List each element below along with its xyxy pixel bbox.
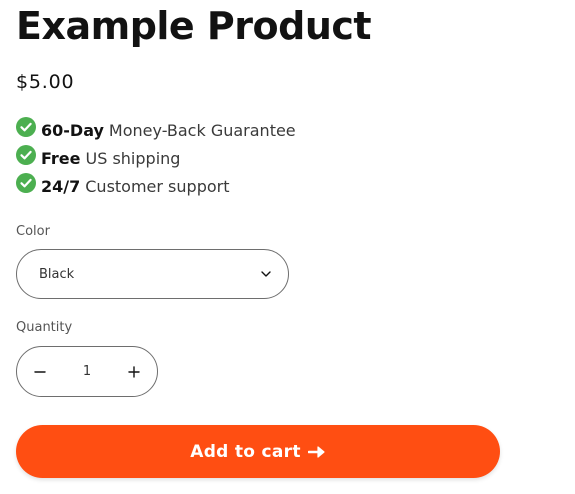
product-price: $5.00 [16,71,75,93]
benefit-item: 24/7 Customer support [16,172,296,200]
benefit-item: 60-Day Money-Back Guarantee [16,116,296,144]
quantity-input[interactable] [65,363,109,380]
benefits-list: 60-Day Money-Back Guarantee Free US ship… [16,116,296,200]
color-select[interactable]: Black [16,249,289,299]
arrow-right-icon [307,445,325,458]
color-label: Color [16,224,50,239]
color-selected-value: Black [39,266,75,282]
chevron-down-icon [261,271,271,277]
benefit-highlight: 24/7 [41,176,81,196]
benefit-highlight: Free [41,148,81,168]
minus-icon [34,370,46,373]
quantity-label: Quantity [16,320,73,335]
quantity-decrease-button[interactable] [17,347,63,396]
benefit-text: Money-Back Guarantee [108,120,296,140]
quantity-increase-button[interactable] [111,347,157,396]
benefit-highlight: 60-Day [41,120,104,140]
quantity-stepper [16,346,158,397]
check-circle-icon [16,145,36,165]
product-title: Example Product [16,4,372,48]
benefit-text: Customer support [85,176,230,196]
add-to-cart-label: Add to cart [190,441,301,462]
check-circle-icon [16,173,36,193]
check-circle-icon [16,117,36,137]
plus-icon [128,365,140,378]
benefit-item: Free US shipping [16,144,296,172]
benefit-text: US shipping [85,148,181,168]
add-to-cart-button[interactable]: Add to cart [16,425,500,478]
